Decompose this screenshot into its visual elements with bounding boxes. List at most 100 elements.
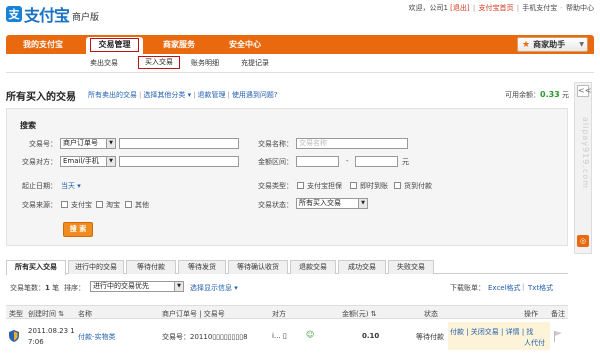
trade-tabs: 所有买入交易 进行中的交易 等待付款 等待发货 等待确认收货 退款交易 成功交易… [6,260,568,275]
subnav-account-details[interactable]: 账务明细 [191,58,219,68]
chevron-down-icon: ▼ [358,199,367,208]
chevron-down-icon: ▾ [185,91,192,99]
type-guarantee-checkbox[interactable] [297,182,304,189]
tab-wait-pay[interactable]: 等待付款 [126,260,176,274]
list-toolbar: 交易笔数：1 笔 排序： 进行中的交易优先 ▼ 选择显示信息 ▾ 下载账单： E… [10,281,554,293]
remark-flag-icon[interactable] [553,330,563,342]
amount-max-input[interactable] [355,156,398,167]
tab-failed[interactable]: 失败交易 [388,260,434,274]
download-txt-link[interactable]: Txt格式 [528,283,553,293]
all-sell-trades-link[interactable]: 所有卖出的交易 [88,91,137,99]
sort-label: 排序： [64,284,85,292]
logo-subtitle: 商户版 [72,12,100,23]
nav-my-alipay[interactable]: 我的支付宝 [23,35,63,54]
tab-all-buy[interactable]: 所有买入交易 [6,260,66,275]
source-taobao-checkbox[interactable] [96,201,103,208]
party-label: 交易对方： [22,158,57,166]
merchant-helper-label: 商家助手 [533,40,566,49]
col-type: 类型 [9,310,23,318]
col-name: 名称 [78,310,92,318]
refund-management-link[interactable]: 退款管理 [197,91,225,99]
chevron-down-icon: ▾ [232,284,238,292]
trade-no-type-value: 商户订单号 [63,139,98,147]
trade-status-select[interactable]: 所有买入交易 ▼ [296,198,368,209]
row-created-line1: 2011.08.23 1 [28,327,75,335]
star-icon: ★ [522,39,531,50]
help-problem-link[interactable]: 使用遇到问题? [232,91,278,99]
tab-success[interactable]: 成功交易 [338,260,386,274]
col-order-trade-no: 商户订单号 | 交易号 [162,310,225,318]
row-name-link[interactable]: 付款-实物类 [78,332,116,342]
amount-dash: - [346,157,349,165]
source-other-checkbox[interactable] [125,201,132,208]
welcome-text: 欢迎，公司1 [408,4,448,12]
logo[interactable]: 支 支付宝 商户版 [6,4,100,25]
alipay-home-link[interactable]: 支付宝首页 [478,4,513,12]
other-category-link[interactable]: 选择其他分类 [143,91,185,99]
trade-type-label: 交易类型： [258,182,293,190]
trade-name-input[interactable]: 交易名称 [296,138,408,149]
nav-trade-management[interactable]: 交易管理 [86,37,143,54]
amount-unit: 元 [402,158,409,166]
logout-link[interactable]: [退出] [450,4,469,12]
subnav-buy-trades[interactable]: 买入交易 [138,56,180,69]
party-type-select[interactable]: Email/手机 ▼ [60,156,116,167]
subnav-sell-trades[interactable]: 卖出交易 [90,58,118,68]
nav-security-center[interactable]: 安全中心 [229,35,261,54]
mobile-alipay-link[interactable]: 手机支付宝 [522,4,557,12]
alipay-logo-icon: 支 [6,6,22,22]
row-ops-links-2[interactable]: 人代付 [524,338,545,348]
trade-no-type-select[interactable]: 商户订单号 ▼ [60,138,116,149]
search-heading: 搜索 [20,121,36,130]
side-panel: << alipay919.com ◎ [574,82,592,254]
source-other-label: 其他 [135,201,149,209]
sort-select[interactable]: 进行中的交易优先 ▼ [90,281,184,292]
party-type-value: Email/手机 [63,157,99,165]
col-created[interactable]: 创建时间 ⇅ [28,309,64,319]
nav-trade-management-label: 交易管理 [90,38,139,52]
search-button[interactable]: 搜 索 [63,222,93,237]
watermark: alipay919.com [581,117,590,189]
trade-name-placeholder: 交易名称 [299,139,327,147]
help-center-link[interactable]: 帮助中心 [566,4,594,12]
tab-wait-ship[interactable]: 等待发货 [178,260,226,274]
wangwang-icon[interactable]: ☺ [306,330,314,339]
row-operations: 付款 | 关闭交易 | 详情 | 找 人代付 [448,322,550,350]
display-options-link[interactable]: 选择显示信息 ▾ [190,283,238,293]
type-instant-checkbox[interactable] [350,182,357,189]
nav-merchant-service[interactable]: 商家服务 [163,35,195,54]
feedback-icon[interactable]: ◎ [577,235,589,247]
start-date-link[interactable]: 当天 ▾ [61,181,81,191]
merchant-helper-button[interactable]: ★ 商家助手 ▼ [517,37,588,52]
type-instant-label: 即时到账 [360,182,388,190]
tab-refund[interactable]: 退款交易 [290,260,336,274]
col-operation: 操作 [524,310,538,318]
type-guarantee-label: 支付宝担保 [307,182,342,190]
amount-min-input[interactable] [296,156,339,167]
chevron-down-icon: ▼ [106,139,115,148]
tab-wait-confirm[interactable]: 等待确认收货 [228,260,288,274]
tab-in-progress[interactable]: 进行中的交易 [68,260,124,274]
balance: 可用余额：0.33 元 [505,90,569,100]
row-created-line2: 7:06 [28,338,44,346]
row-ops-links[interactable]: 付款 | 关闭交易 | 详情 | 找 [450,327,533,337]
trade-no-label: 交易号： [29,140,57,148]
download-excel-link[interactable]: Excel格式 [488,283,521,293]
col-amount[interactable]: 金额(元) ⇅ [342,309,377,319]
source-alipay-checkbox[interactable] [61,201,68,208]
type-cod-label: 货到付款 [404,182,432,190]
balance-amount: 0.33 [540,90,560,99]
party-input[interactable] [119,156,239,167]
balance-unit: 元 [561,91,569,99]
row-trade-no: 交易号：20110▯▯▯▯▯▯▯▯8 [162,333,248,341]
trade-status-label: 交易状态： [258,201,293,209]
collapse-icon[interactable]: << [577,85,591,97]
title-links: 所有卖出的交易 | 选择其他分类 ▾ | 退款管理 | 使用遇到问题? [88,91,278,99]
download-label: 下载账单： [450,284,485,292]
table-header: 类型 创建时间 ⇅ 名称 商户订单号 | 交易号 对方 金额(元) ⇅ 状态 操… [6,305,568,319]
type-cod-checkbox[interactable] [394,182,401,189]
source-alipay-label: 支付宝 [71,201,92,209]
trade-no-input[interactable] [119,138,239,149]
chevron-down-icon: ▾ [75,182,81,190]
subnav-recharge-records[interactable]: 充提记录 [241,58,269,68]
